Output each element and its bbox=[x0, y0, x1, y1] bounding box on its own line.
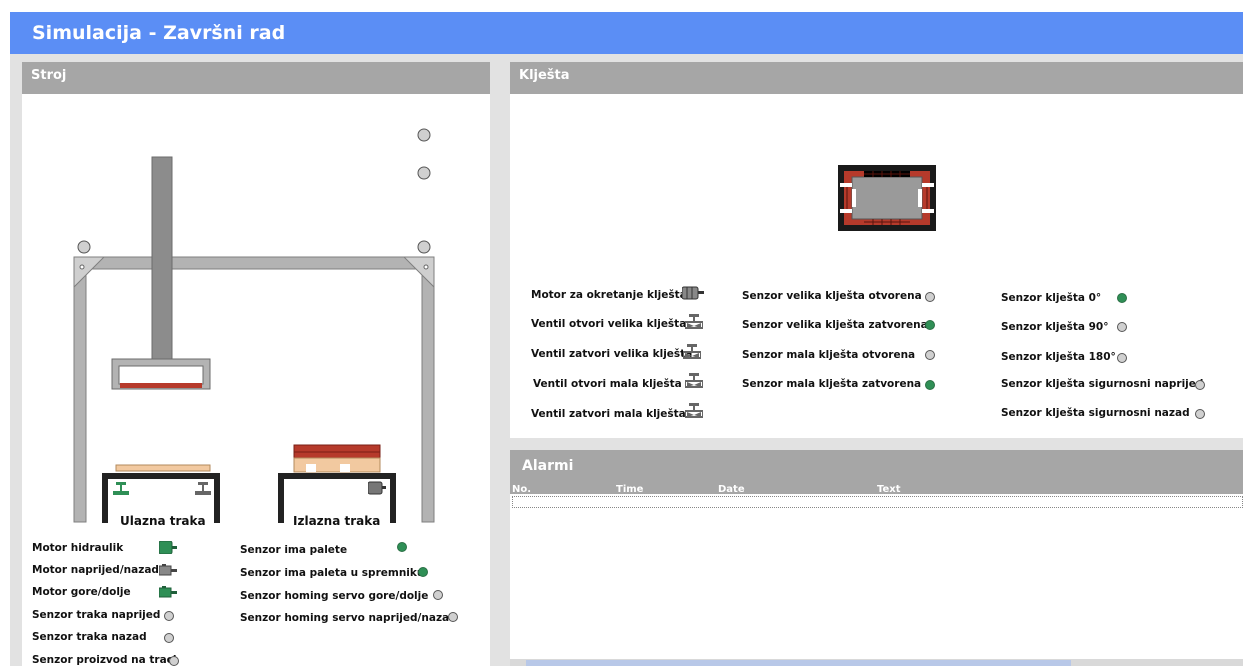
valve-icon[interactable] bbox=[685, 373, 703, 388]
label-senzor-90: Senzor klješta 90° bbox=[1001, 321, 1109, 333]
status-lamp bbox=[1117, 353, 1127, 363]
label-senzor-mala-otvorena: Senzor mala klješta otvorena bbox=[742, 349, 916, 361]
label-senzor-mala-zatvorena: Senzor mala klješta zatvorena bbox=[742, 378, 922, 390]
label-motor-gore-dolje: Motor gore/dolje bbox=[32, 586, 131, 598]
status-lamp bbox=[1195, 409, 1205, 419]
alarm-panel-title: Alarmi bbox=[522, 458, 574, 474]
vertical-column bbox=[151, 156, 173, 360]
label-senzor-spremnik: Senzor ima paleta u spremniku bbox=[240, 567, 425, 579]
status-lamp bbox=[397, 542, 407, 552]
status-lamp bbox=[1195, 380, 1205, 390]
valve-icon[interactable] bbox=[683, 344, 701, 359]
motor-icon[interactable] bbox=[159, 564, 177, 576]
status-lamp bbox=[1117, 322, 1127, 332]
stroj-panel-header: Stroj bbox=[22, 62, 490, 94]
motor-icon bbox=[368, 481, 386, 495]
label-senzor-ima-palete: Senzor ima palete bbox=[240, 544, 348, 556]
lamp-right bbox=[417, 240, 431, 254]
status-lamp bbox=[164, 633, 174, 643]
frame-beam bbox=[73, 256, 435, 270]
label-ventil-otvori-velika: Ventil otvori velika klješta bbox=[531, 318, 687, 330]
input-pallet bbox=[115, 464, 211, 472]
output-conveyor-top bbox=[278, 473, 396, 479]
label-ventil-otvori-mala: Ventil otvori mala klješta bbox=[533, 378, 682, 390]
label-motor-naprijed-nazad: Motor naprijed/nazad bbox=[32, 564, 159, 576]
alarm-horizontal-scrollbar[interactable] bbox=[510, 659, 1243, 666]
label-homing-naprijed-nazad: Senzor homing servo naprijed/nazad bbox=[240, 612, 457, 624]
label-senzor-sig-naprijed: Senzor klješta sigurnosni naprijed bbox=[1001, 378, 1204, 390]
alarm-panel-header: Alarmi bbox=[510, 450, 1243, 481]
label-senzor-sig-nazad: Senzor klješta sigurnosni nazad bbox=[1001, 407, 1190, 419]
valve-icon bbox=[113, 482, 129, 495]
klijesta-panel-header: Klješta bbox=[510, 62, 1243, 94]
alarm-list[interactable] bbox=[510, 494, 1243, 666]
label-senzor-180: Senzor klješta 180° bbox=[1001, 351, 1116, 363]
input-conveyor-top bbox=[102, 473, 220, 479]
valve-icon bbox=[195, 482, 211, 495]
lamp-top-2 bbox=[417, 166, 431, 180]
label-senzor-traka-nazad: Senzor traka nazad bbox=[32, 631, 147, 643]
frame-post-right bbox=[421, 256, 435, 523]
label-senzor-velika-otvorena: Senzor velika klješta otvorena bbox=[742, 290, 922, 302]
label-ventil-zatvori-mala: Ventil zatvori mala klješta bbox=[531, 408, 686, 420]
gripper-top-view bbox=[838, 165, 936, 231]
label-ventil-zatvori-velika: Ventil zatvori velika klješta bbox=[531, 348, 693, 360]
valve-icon[interactable] bbox=[685, 314, 703, 329]
gripper-bricks bbox=[120, 383, 202, 388]
status-lamp bbox=[448, 612, 458, 622]
label-senzor-traka-naprijed: Senzor traka naprijed bbox=[32, 609, 161, 621]
label-senzor-velika-zatvorena: Senzor velika klješta zatvorena bbox=[742, 319, 928, 331]
frame-post-left bbox=[73, 256, 87, 523]
label-motor-okretanje: Motor za okretanje klješta bbox=[531, 289, 687, 301]
frame-brace-left bbox=[73, 256, 106, 289]
klijesta-panel-title: Klješta bbox=[519, 68, 570, 83]
motor-icon[interactable] bbox=[159, 541, 177, 554]
motor-icon[interactable] bbox=[682, 286, 704, 300]
scrollbar-thumb[interactable] bbox=[526, 660, 1071, 666]
lamp-top-1 bbox=[417, 128, 431, 142]
motor-icon[interactable] bbox=[159, 586, 177, 598]
alarm-selection-row[interactable] bbox=[512, 496, 1243, 508]
status-lamp bbox=[1117, 293, 1127, 303]
valve-icon[interactable] bbox=[685, 403, 703, 418]
stroj-panel-title: Stroj bbox=[31, 68, 67, 83]
status-lamp bbox=[169, 656, 179, 666]
output-conveyor-label: Izlazna traka bbox=[293, 514, 381, 528]
status-lamp bbox=[925, 320, 935, 330]
status-lamp bbox=[925, 380, 935, 390]
title-bar: Simulacija - Završni rad bbox=[10, 12, 1243, 54]
frame-brace-right bbox=[402, 256, 435, 289]
status-lamp bbox=[925, 350, 935, 360]
label-senzor-0: Senzor klješta 0° bbox=[1001, 292, 1102, 304]
lamp-left bbox=[77, 240, 91, 254]
status-lamp bbox=[418, 567, 428, 577]
output-bricks bbox=[293, 444, 381, 453]
status-lamp bbox=[164, 611, 174, 621]
label-motor-hidraulik: Motor hidraulik bbox=[32, 542, 124, 554]
label-homing-gore-dolje: Senzor homing servo gore/dolje bbox=[240, 590, 429, 602]
status-lamp bbox=[925, 292, 935, 302]
machine-drawing bbox=[22, 94, 490, 534]
app-title: Simulacija - Završni rad bbox=[32, 22, 286, 44]
label-senzor-proizvod: Senzor proizvod na traci bbox=[32, 654, 177, 666]
input-conveyor-label: Ulazna traka bbox=[120, 514, 206, 528]
status-lamp bbox=[433, 590, 443, 600]
